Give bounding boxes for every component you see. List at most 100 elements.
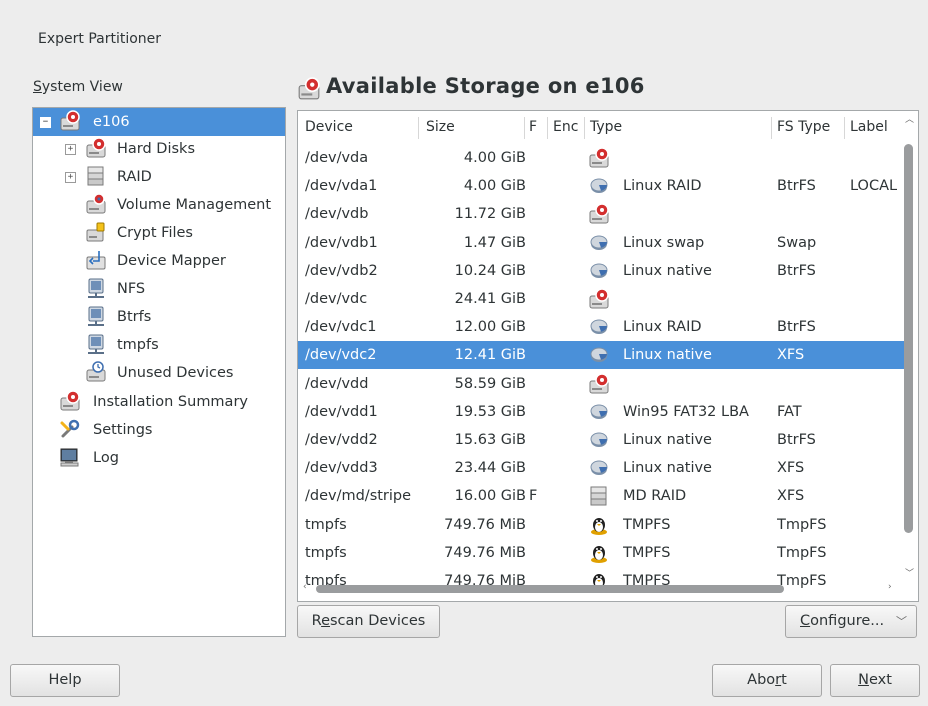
- abort-button[interactable]: Abort: [712, 664, 822, 697]
- table-row[interactable]: /dev/vdc2 12.41 GiB Linux native XFS: [298, 341, 904, 370]
- type-cell: Linux RAID: [623, 319, 702, 336]
- table-row[interactable]: /dev/vdc 24.41 GiB: [298, 285, 904, 313]
- harddisk-icon: [588, 203, 610, 225]
- fs-type-cell: FAT: [777, 403, 802, 420]
- size-cell: 12.00 GiB: [454, 319, 526, 336]
- table-row[interactable]: /dev/vdd2 15.63 GiB Linux native BtrFS: [298, 426, 904, 454]
- table-row[interactable]: /dev/vdd3 23.44 GiB Linux native XFS: [298, 454, 904, 482]
- fs-type-cell: BtrFS: [777, 262, 816, 279]
- column-header-device[interactable]: Device: [305, 111, 353, 144]
- tree-item-unused-devices[interactable]: Unused Devices: [33, 359, 285, 387]
- configure-accel: C: [800, 613, 811, 629]
- system-view-tree[interactable]: − e106 + Hard Disks + RAID Volume Management Cr…: [32, 107, 286, 637]
- settings-icon: [59, 418, 81, 440]
- table-row[interactable]: /dev/vdc1 12.00 GiB Linux RAID BtrFS: [298, 313, 904, 341]
- raid-icon: [85, 165, 107, 187]
- next-rest: ext: [868, 672, 892, 688]
- tree-item-installation-summary[interactable]: Installation Summary: [33, 388, 285, 416]
- fs-type-cell: BtrFS: [777, 432, 816, 448]
- expand-icon[interactable]: +: [65, 144, 76, 155]
- tree-item-label: NFS: [117, 281, 146, 297]
- column-separator[interactable]: [547, 117, 548, 139]
- format-flag-cell: F: [529, 488, 538, 505]
- help-button[interactable]: Help: [10, 664, 120, 697]
- rescan-pre: R: [311, 613, 322, 629]
- type-cell: Linux native: [623, 347, 712, 364]
- tree-item-raid[interactable]: + RAID: [33, 163, 285, 191]
- device-cell: tmpfs: [305, 516, 347, 533]
- partition-icon: [588, 232, 610, 254]
- size-cell: 12.41 GiB: [454, 347, 526, 364]
- device-cell: /dev/vdd2: [305, 432, 378, 448]
- vertical-scrollbar-thumb[interactable]: [904, 144, 913, 533]
- fs-type-cell: TmpFS: [777, 544, 827, 561]
- column-header-label[interactable]: Label: [850, 111, 888, 144]
- tree-item-hard-disks[interactable]: + Hard Disks: [33, 135, 285, 163]
- scroll-up-arrow-icon[interactable]: ︿: [905, 112, 914, 125]
- tree-item-nfs[interactable]: NFS: [33, 275, 285, 303]
- device-cell: /dev/vdb: [305, 206, 369, 223]
- rescan-devices-button[interactable]: Rescan Devices: [297, 605, 440, 638]
- tree-item-btrfs[interactable]: Btrfs: [33, 303, 285, 331]
- table-row[interactable]: /dev/vda1 4.00 GiB Linux RAID BtrFS LOCAL: [298, 172, 904, 200]
- table-row[interactable]: tmpfs 749.76 MiB TMPFS TmpFS: [298, 511, 904, 539]
- horizontal-scrollbar-thumb[interactable]: [316, 585, 784, 593]
- table-row[interactable]: /dev/vdb 11.72 GiB: [298, 200, 904, 228]
- tree-item-label: tmpfs: [117, 337, 159, 353]
- column-separator[interactable]: [771, 117, 772, 139]
- collapse-icon[interactable]: −: [40, 117, 51, 128]
- table-row[interactable]: /dev/vdb2 10.24 GiB Linux native BtrFS: [298, 257, 904, 285]
- scroll-down-arrow-icon[interactable]: ﹀: [905, 566, 914, 579]
- storage-table[interactable]: Device Size F Enc Type FS Type Label/dev/vda 4.…: [297, 110, 919, 602]
- tree-item-e106[interactable]: − e106: [33, 108, 285, 136]
- column-header-f[interactable]: F: [529, 111, 537, 144]
- column-separator[interactable]: [584, 117, 585, 139]
- partition-icon: [588, 429, 610, 451]
- table-row[interactable]: /dev/vdb1 1.47 GiB Linux swap Swap: [298, 229, 904, 257]
- tree-item-label: Unused Devices: [117, 365, 234, 381]
- tree-item-device-mapper[interactable]: Device Mapper: [33, 247, 285, 275]
- device-cell: /dev/vdd3: [305, 460, 378, 477]
- tree-item-label: Volume Management: [117, 197, 272, 213]
- column-separator[interactable]: [524, 117, 525, 139]
- tree-item-label: Log: [93, 450, 119, 466]
- type-cell: Linux RAID: [623, 178, 702, 195]
- configure-rest: onfigure...: [810, 613, 885, 629]
- table-row[interactable]: tmpfs 749.76 MiB TMPFS TmpFS: [298, 539, 904, 567]
- table-row[interactable]: /dev/vdd 58.59 GiB: [298, 370, 904, 398]
- column-separator[interactable]: [844, 117, 845, 139]
- next-button[interactable]: Next: [830, 664, 920, 697]
- tree-item-log[interactable]: Log: [33, 444, 285, 472]
- rescan-post: scan Devices: [330, 613, 426, 629]
- fs-type-cell: BtrFS: [777, 319, 816, 336]
- column-header-fs-type[interactable]: FS Type: [777, 111, 830, 144]
- scroll-left-arrow-icon[interactable]: ‹: [303, 582, 307, 592]
- tree-item-label: Device Mapper: [117, 253, 226, 269]
- column-header-enc[interactable]: Enc: [553, 111, 578, 144]
- size-cell: 19.53 GiB: [454, 403, 526, 420]
- expand-icon[interactable]: +: [65, 172, 76, 183]
- tree-item-label: RAID: [117, 169, 152, 185]
- column-header-size[interactable]: Size: [426, 111, 455, 144]
- log-icon: [59, 446, 81, 468]
- mapper-icon: [85, 249, 107, 271]
- table-row[interactable]: /dev/vda 4.00 GiB: [298, 144, 904, 172]
- partition-icon: [588, 175, 610, 197]
- partition-icon: [588, 344, 610, 366]
- tree-item-tmpfs[interactable]: tmpfs: [33, 331, 285, 359]
- table-row[interactable]: /dev/vdd1 19.53 GiB Win95 FAT32 LBA FAT: [298, 398, 904, 426]
- table-row[interactable]: /dev/md/stripe 16.00 GiB F MD RAID XFS: [298, 482, 904, 510]
- size-cell: 11.72 GiB: [454, 206, 526, 223]
- tree-item-volume-management[interactable]: Volume Management: [33, 191, 285, 219]
- column-header-type[interactable]: Type: [590, 111, 622, 144]
- tree-item-crypt-files[interactable]: Crypt Files: [33, 219, 285, 247]
- configure-button[interactable]: Configure... ﹀: [785, 605, 917, 638]
- tree-item-settings[interactable]: Settings: [33, 416, 285, 444]
- column-separator[interactable]: [418, 117, 419, 139]
- size-cell: 1.47 GiB: [463, 234, 526, 251]
- harddisk-icon: [588, 147, 610, 169]
- scroll-right-arrow-icon[interactable]: ›: [888, 582, 892, 592]
- fs-type-cell: Swap: [777, 234, 817, 251]
- size-cell: 15.63 GiB: [454, 432, 526, 448]
- type-cell: Win95 FAT32 LBA: [623, 403, 749, 420]
